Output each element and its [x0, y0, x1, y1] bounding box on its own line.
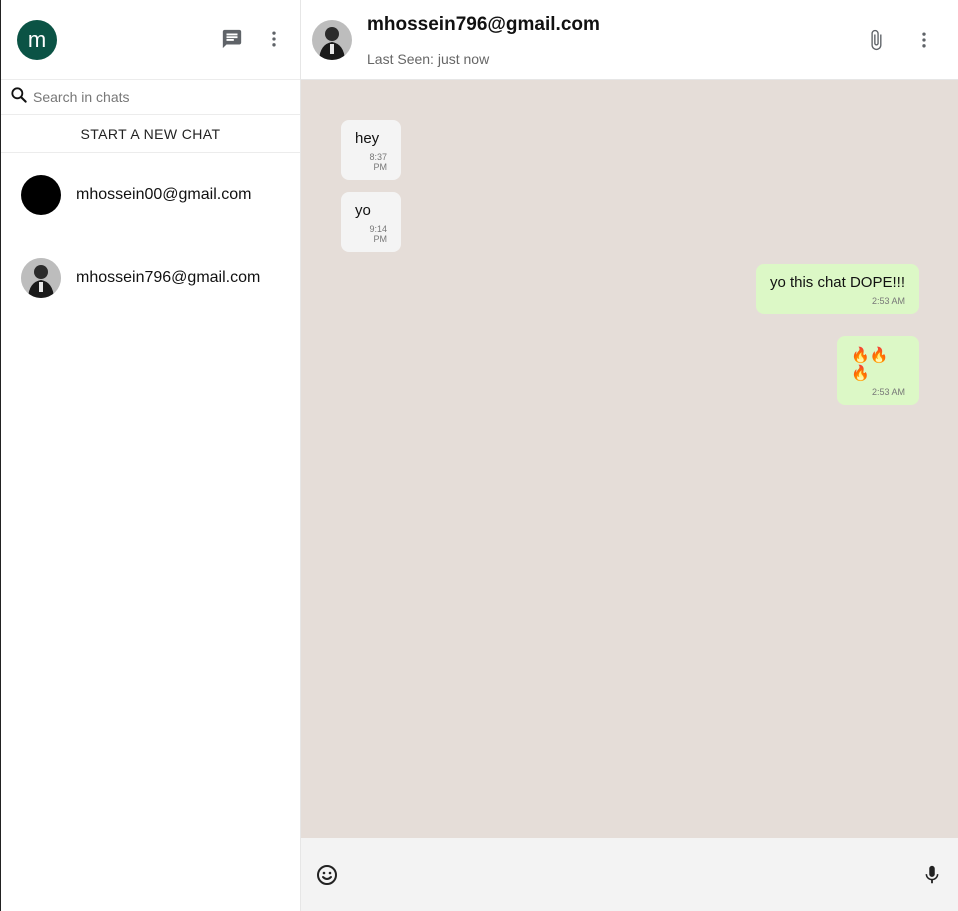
message-bubble: yo 9:14 PM	[341, 192, 401, 252]
message-bubble: hey 8:37 PM	[341, 120, 401, 180]
message-text: 🔥🔥🔥	[851, 347, 889, 382]
search-icon	[9, 85, 29, 110]
contact-info: mhossein796@gmail.com Last Seen: just no…	[367, 14, 600, 67]
user-avatar[interactable]: m	[17, 19, 57, 60]
search-input[interactable]	[33, 89, 273, 105]
search-bar	[1, 80, 300, 115]
contact-name: mhossein796@gmail.com	[367, 14, 600, 35]
mic-icon[interactable]	[918, 861, 946, 889]
attach-icon[interactable]	[862, 26, 890, 54]
sidebar-actions	[218, 25, 288, 53]
chat-icon[interactable]	[218, 25, 246, 53]
chat-name: mhossein00@gmail.com	[76, 185, 252, 203]
sidebar-header: m	[1, 0, 300, 80]
conversation-pane: mhossein796@gmail.com Last Seen: just no…	[301, 0, 958, 911]
message-time: 2:53 AM	[871, 387, 905, 397]
app: m START A NEW CHAT mhossein00@gmail.com	[0, 0, 958, 911]
avatar	[21, 174, 61, 215]
message-time: 8:37 PM	[369, 152, 387, 172]
more-vert-icon[interactable]	[910, 26, 938, 54]
message-text: yo	[355, 202, 371, 219]
message-text: hey	[355, 130, 380, 147]
chat-list: mhossein00@gmail.com mhossein796@gmail.c…	[1, 153, 300, 319]
message-bubble: yo this chat DOPE!!! 2:53 AM	[755, 264, 919, 314]
message-input[interactable]	[353, 866, 906, 883]
message-list: hey 8:37 PM yo 9:14 PM yo this chat DOPE…	[301, 80, 958, 838]
message-text: yo this chat DOPE!!!	[769, 274, 905, 291]
composer	[301, 838, 958, 911]
chat-list-item[interactable]: mhossein00@gmail.com	[1, 153, 300, 236]
conversation-header: mhossein796@gmail.com Last Seen: just no…	[301, 0, 958, 80]
chat-list-item[interactable]: mhossein796@gmail.com	[1, 236, 300, 319]
avatar	[21, 257, 61, 298]
sidebar: m START A NEW CHAT mhossein00@gmail.com	[0, 0, 301, 911]
emoji-icon[interactable]	[313, 861, 341, 889]
conversation-actions	[862, 26, 938, 54]
more-vert-icon[interactable]	[260, 25, 288, 53]
start-new-chat-button[interactable]: START A NEW CHAT	[1, 115, 300, 153]
last-seen: Last Seen: just now	[367, 51, 490, 67]
message-time: 9:14 PM	[369, 224, 387, 244]
message-time: 2:53 AM	[871, 296, 905, 306]
message-bubble: 🔥🔥🔥 2:53 AM	[837, 336, 919, 405]
chat-name: mhossein796@gmail.com	[76, 268, 261, 286]
contact-avatar[interactable]	[312, 19, 352, 60]
